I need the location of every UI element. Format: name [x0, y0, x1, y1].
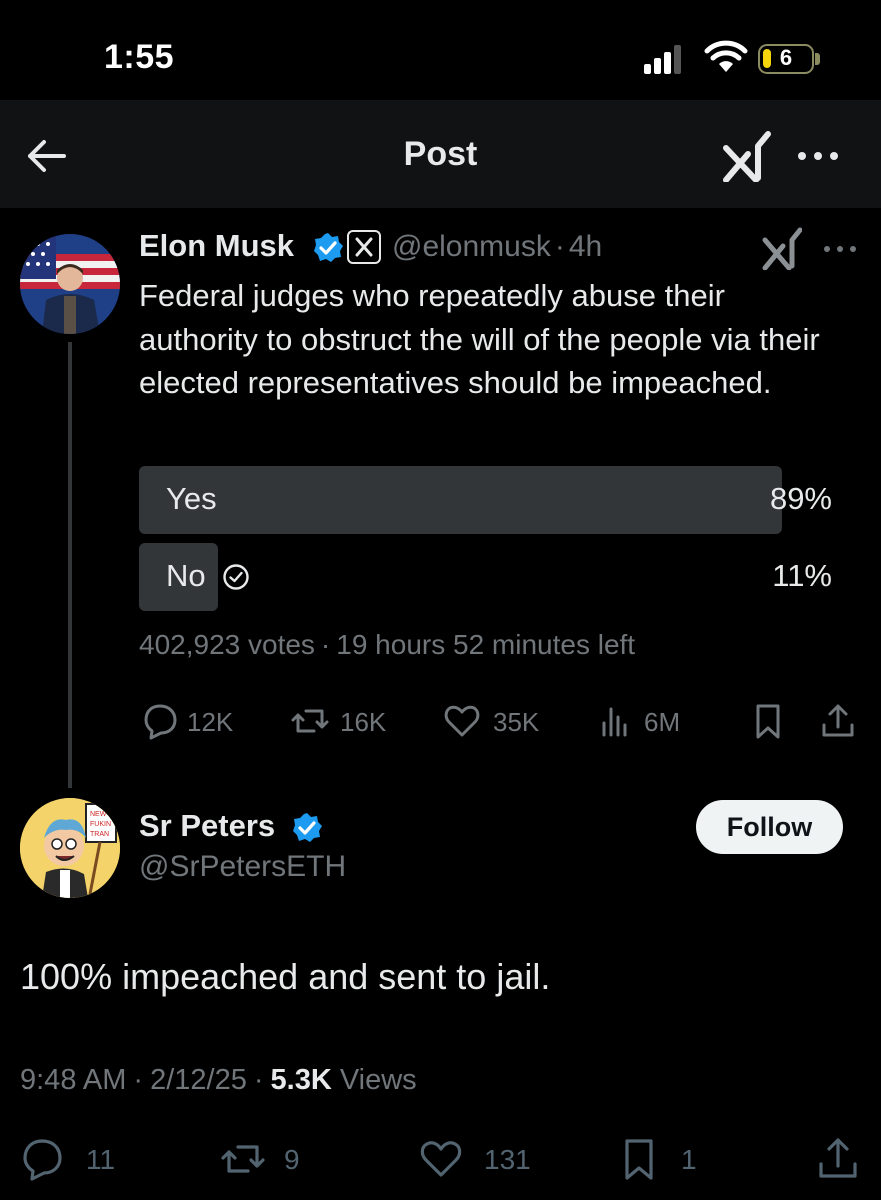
views-count[interactable]: 5.3K [271, 1064, 332, 1096]
repost-icon[interactable] [220, 1136, 266, 1182]
like-count: 35K [493, 707, 540, 737]
verified-badge-icon [293, 813, 322, 842]
bookmark-icon[interactable] [616, 1136, 662, 1182]
poll-percent-no: 11% [772, 558, 832, 593]
separator-dot: · [253, 1064, 264, 1096]
reply-text: 100% impeached and sent to jail. [20, 956, 551, 997]
time-ago: 4h [568, 230, 603, 263]
avatar[interactable] [20, 234, 120, 334]
more-options-icon[interactable] [822, 240, 858, 258]
post-meta: 9:48 AM · 2/12/25 · 5.3K Views [20, 1064, 417, 1097]
reply-count: 11 [86, 1144, 116, 1175]
reply-icon[interactable] [20, 1136, 66, 1182]
verified-badge-icon [314, 233, 343, 262]
svg-text:NEW: NEW [90, 811, 107, 818]
svg-text:TRAN: TRAN [90, 831, 109, 838]
like-count: 131 [484, 1144, 531, 1175]
grok-icon[interactable] [722, 130, 772, 182]
battery-level: 6 [779, 45, 793, 70]
thread-connector-line [68, 342, 72, 788]
poll-meta: 402,923 votes · 19 hours 52 minutes left [139, 629, 635, 661]
share-icon[interactable] [818, 701, 858, 741]
voted-check-icon [223, 564, 249, 590]
bookmark-icon[interactable] [748, 701, 788, 741]
poll-votes: 402,923 votes [139, 629, 315, 660]
svg-text:FUKIN: FUKIN [90, 821, 111, 828]
repost-count: 9 [284, 1144, 300, 1175]
author-name[interactable]: Sr Peters [139, 808, 275, 844]
status-time: 1:55 [104, 38, 175, 76]
like-heart-icon[interactable] [418, 1136, 464, 1182]
views-label: Views [339, 1064, 417, 1096]
x-logo-icon [355, 237, 373, 257]
repost-count: 16K [340, 707, 387, 737]
share-icon[interactable] [815, 1136, 861, 1182]
author-handle[interactable]: @elonmusk · 4h [392, 230, 602, 264]
poll-time-left: 19 hours 52 minutes left [336, 629, 636, 660]
x-affiliation-badge [347, 230, 381, 264]
separator-dot: · [133, 1064, 144, 1096]
post-date: 2/12/25 [150, 1064, 247, 1096]
reply-icon[interactable] [140, 701, 180, 741]
poll-option-yes[interactable]: Yes [166, 481, 217, 517]
views-count: 6M [644, 707, 681, 737]
avatar[interactable]: NEW FUKIN TRAN [20, 798, 120, 898]
handle-text: @elonmusk [392, 230, 551, 263]
like-heart-icon[interactable] [442, 701, 482, 741]
reply-count: 12K [187, 707, 234, 737]
post-text: Federal judges who repeatedly abuse thei… [139, 278, 820, 400]
poll-bar-yes [139, 466, 782, 534]
follow-button[interactable]: Follow [696, 800, 843, 854]
poll-option-no[interactable]: No [166, 558, 206, 594]
post-time: 9:48 AM [20, 1064, 127, 1096]
separator-dot: · [554, 230, 565, 263]
author-name[interactable]: Elon Musk [139, 228, 294, 264]
views-icon[interactable] [596, 701, 636, 741]
battery-icon: 6 [758, 44, 820, 74]
author-handle[interactable]: @SrPetersETH [139, 850, 346, 884]
separator-dot: · [320, 629, 331, 660]
wifi-icon [704, 40, 748, 72]
grok-icon[interactable] [762, 226, 802, 270]
more-options-icon[interactable] [796, 144, 840, 168]
repost-icon[interactable] [290, 701, 330, 741]
poll-percent-yes: 89% [769, 481, 832, 516]
cellular-signal-icon [644, 45, 681, 74]
bookmark-count: 1 [681, 1144, 697, 1175]
